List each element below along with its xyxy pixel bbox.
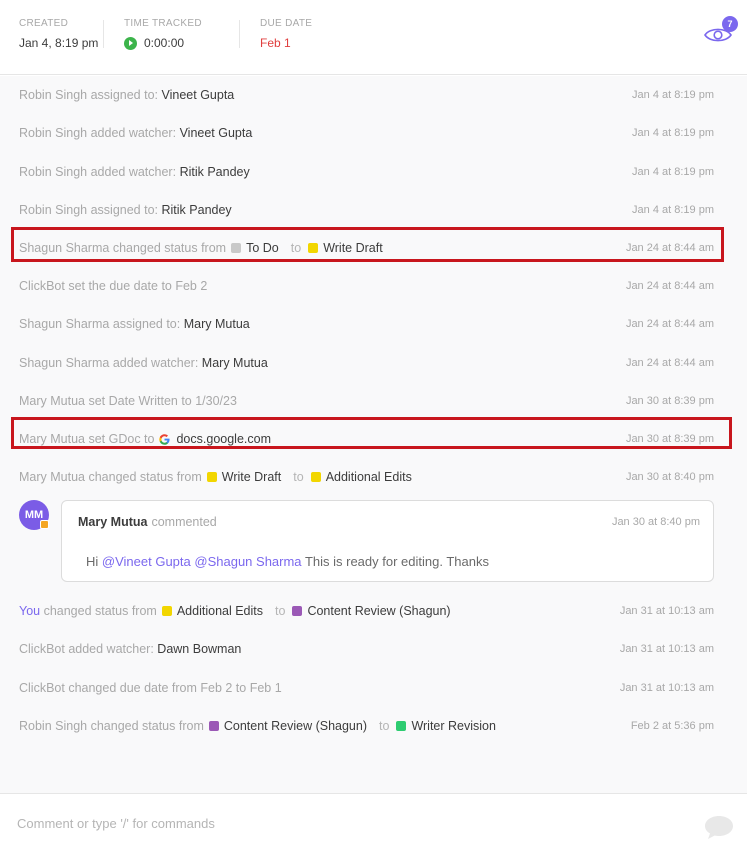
activity-row: Shagun Sharma added watcher: Mary Mutua …	[19, 356, 714, 370]
activity-target: Dawn Bowman	[157, 642, 242, 656]
comment-input[interactable]	[0, 794, 690, 851]
mention-shagun[interactable]: @Shagun Sharma	[194, 554, 301, 569]
google-icon	[159, 433, 171, 445]
gdoc-link[interactable]: docs.google.com	[176, 432, 271, 446]
status-from: Content Review (Shagun)	[208, 719, 367, 733]
activity-time: Jan 31 at 10:13 am	[619, 682, 714, 694]
activity-row: ClickBot set the due date to Feb 2 Jan 2…	[19, 279, 714, 293]
status-color-swatch	[206, 472, 217, 482]
activity-row: Robin Singh assigned to: Vineet Gupta Ja…	[19, 88, 714, 102]
comment-verb: commented	[151, 515, 217, 529]
created-field: CREATED Jan 4, 8:19 pm	[19, 18, 98, 50]
status-color-swatch	[292, 606, 303, 616]
time-tracked-value[interactable]: 0:00:00	[124, 36, 202, 50]
status-to: Content Review (Shagun)	[292, 604, 451, 618]
status-from: Write Draft	[206, 470, 281, 484]
status-color-swatch	[308, 243, 319, 253]
activity-time: Jan 30 at 8:39 pm	[625, 395, 714, 407]
comment-card[interactable]: Mary Mutua commented Jan 30 at 8:40 pm Hi…	[61, 500, 714, 582]
activity-row: Shagun Sharma assigned to: Mary Mutua Ja…	[19, 317, 714, 331]
avatar[interactable]: MM	[19, 500, 49, 530]
activity-target: Vineet Gupta	[179, 126, 253, 140]
due-date-field[interactable]: DUE DATE Feb 1	[260, 18, 312, 50]
activity-target: Ritik Pandey	[161, 203, 232, 217]
due-date-value[interactable]: Feb 1	[260, 36, 312, 50]
activity-target: Mary Mutua	[183, 317, 250, 331]
activity-time: Jan 4 at 8:19 pm	[632, 89, 714, 101]
you-label: You	[19, 604, 41, 618]
activity-target: Vineet Gupta	[161, 88, 235, 102]
activity-row: Mary Mutua set Date Written to 1/30/23 J…	[19, 394, 714, 408]
activity-row-status-change: You changed status from Additional Edits…	[19, 604, 714, 618]
activity-row-status-change: Shagun Sharma changed status from To Do …	[19, 241, 714, 255]
activity-time: Jan 24 at 8:44 am	[625, 357, 714, 369]
activity-time: Feb 2 at 5:36 pm	[630, 720, 714, 732]
activity-time: Jan 30 at 8:40 pm	[625, 471, 714, 483]
status-to: Additional Edits	[310, 470, 412, 484]
activity-row-status-change: Mary Mutua changed status from Write Dra…	[19, 470, 714, 484]
status-to: Write Draft	[308, 241, 383, 255]
status-color-swatch	[396, 721, 407, 731]
status-color-swatch	[231, 243, 242, 253]
comment-composer	[0, 793, 747, 851]
time-tracked-label: TIME TRACKED	[124, 18, 202, 29]
activity-time: Jan 30 at 8:39 pm	[625, 433, 714, 445]
created-value: Jan 4, 8:19 pm	[19, 36, 99, 50]
comment-header: Mary Mutua commented	[78, 515, 217, 529]
activity-row: Robin Singh added watcher: Ritik Pandey …	[19, 165, 714, 179]
activity-row: Robin Singh added watcher: Vineet Gupta …	[19, 126, 714, 140]
activity-target: Ritik Pandey	[179, 165, 250, 179]
activity-time: Jan 4 at 8:19 pm	[632, 204, 714, 216]
activity-target: Mary Mutua	[201, 356, 268, 370]
header-divider	[103, 20, 104, 48]
watchers-count-badge: 7	[722, 16, 738, 32]
play-icon[interactable]	[124, 36, 137, 50]
status-from: To Do	[231, 241, 279, 255]
time-tracked-field[interactable]: TIME TRACKED 0:00:00	[124, 18, 202, 50]
activity-time: Jan 31 at 10:13 am	[619, 605, 714, 617]
comment-time: Jan 30 at 8:40 pm	[611, 516, 700, 528]
time-tracked-text: 0:00:00	[144, 36, 185, 50]
comment-author[interactable]: Mary Mutua	[78, 515, 147, 529]
status-color-swatch	[310, 472, 321, 482]
status-to: Writer Revision	[396, 719, 496, 733]
activity-row: Robin Singh assigned to: Ritik Pandey Ja…	[19, 203, 714, 217]
activity-time: Jan 4 at 8:19 pm	[632, 127, 714, 139]
activity-row-gdoc: Mary Mutua set GDoc to docs.google.com J…	[19, 432, 714, 446]
task-meta-header: CREATED Jan 4, 8:19 pm TIME TRACKED 0:00…	[0, 0, 747, 75]
activity-time: Jan 24 at 8:44 am	[625, 318, 714, 330]
header-divider	[239, 20, 240, 48]
status-from: Additional Edits	[161, 604, 263, 618]
activity-feed: Robin Singh assigned to: Vineet Gupta Ja…	[0, 76, 747, 793]
watchers-button[interactable]: 7	[703, 16, 739, 48]
activity-row-status-change: Robin Singh changed status from Content …	[19, 719, 714, 733]
activity-time: Jan 24 at 8:44 am	[625, 242, 714, 254]
activity-row: ClickBot changed due date from Feb 2 to …	[19, 681, 714, 695]
activity-time: Jan 24 at 8:44 am	[625, 280, 714, 292]
created-label: CREATED	[19, 18, 69, 29]
activity-row: ClickBot added watcher: Dawn Bowman Jan …	[19, 642, 714, 656]
status-color-swatch	[208, 721, 219, 731]
mention-vineet[interactable]: @Vineet Gupta	[102, 554, 191, 569]
comment-bubble-icon[interactable]	[703, 814, 735, 840]
comment-body: Hi @Vineet Gupta @Shagun Sharma This is …	[86, 554, 489, 569]
due-date-label: DUE DATE	[260, 18, 313, 29]
activity-time: Jan 31 at 10:13 am	[619, 643, 714, 655]
avatar-status-dot	[40, 520, 49, 529]
activity-time: Jan 4 at 8:19 pm	[632, 166, 714, 178]
status-color-swatch	[161, 606, 172, 616]
